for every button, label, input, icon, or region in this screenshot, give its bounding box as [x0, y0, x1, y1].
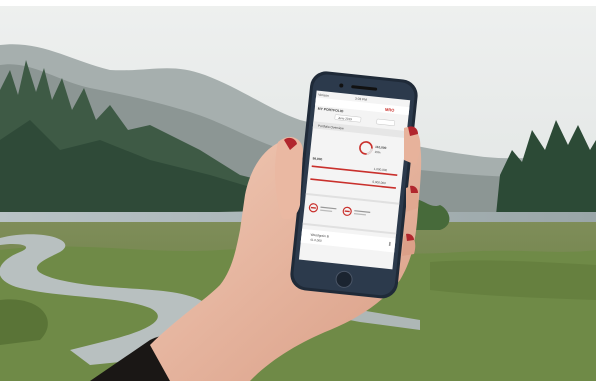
- thumb: [275, 136, 303, 220]
- brand-logo: MRO: [385, 107, 395, 113]
- smartphone: Verizon 3:03 PM MRO MY PORTFOLIO June 20…: [290, 71, 418, 299]
- photo-scene: Verizon 3:03 PM MRO MY PORTFOLIO June 20…: [0, 0, 596, 381]
- svg-text:15%: 15%: [374, 150, 381, 155]
